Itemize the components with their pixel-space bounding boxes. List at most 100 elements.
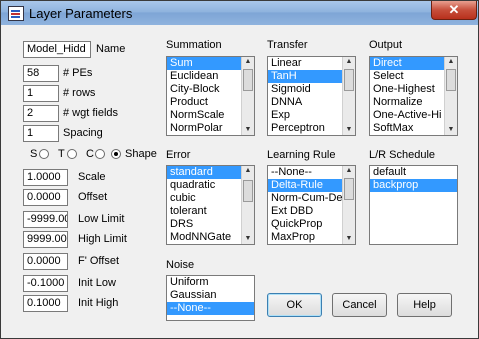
noise-label: Noise <box>166 259 195 271</box>
wgt-fields-field[interactable]: 2 <box>23 105 59 122</box>
output-option[interactable]: One-Active-Hi <box>370 109 444 122</box>
transfer-option[interactable]: TanH <box>268 70 342 83</box>
scroll-up-icon[interactable]: ▲ <box>242 57 254 67</box>
pes-field[interactable]: 58 <box>23 65 59 82</box>
lr-schedule-option[interactable]: backprop <box>370 179 457 192</box>
noise-option[interactable]: Gaussian <box>167 289 254 302</box>
error-option[interactable]: DRS <box>167 218 241 231</box>
lr-schedule-option[interactable]: default <box>370 166 457 179</box>
f-offset-field[interactable]: 0.0000 <box>23 253 68 270</box>
scroll-thumb[interactable] <box>243 69 253 91</box>
name-label: Name <box>96 43 126 55</box>
scroll-thumb[interactable] <box>344 178 354 200</box>
summation-option[interactable]: Product <box>167 96 241 109</box>
output-list[interactable]: Direct Select One-Highest Normalize One-Acti… <box>369 56 458 136</box>
learning-rule-scrollbar[interactable]: ▲ ▼ <box>342 166 355 244</box>
init-high-field[interactable]: 0.1000 <box>23 295 68 312</box>
scroll-thumb[interactable] <box>344 69 354 91</box>
transfer-option[interactable]: Exp <box>268 109 342 122</box>
error-label: Error <box>166 149 191 161</box>
transfer-option[interactable]: Linear <box>268 57 342 70</box>
error-scrollbar[interactable]: ▲ ▼ <box>241 166 254 244</box>
init-low-field[interactable]: -0.1000 <box>23 275 68 292</box>
shape-t-radio[interactable] <box>67 149 77 159</box>
transfer-option[interactable]: Perceptron <box>268 122 342 135</box>
transfer-option[interactable]: DNNA <box>268 96 342 109</box>
scroll-down-icon[interactable]: ▼ <box>343 125 355 135</box>
scroll-up-icon[interactable]: ▲ <box>445 57 457 67</box>
name-field[interactable]: Model_Hidd <box>23 41 91 58</box>
summation-option[interactable]: City-Block <box>167 83 241 96</box>
shape-s-radio[interactable] <box>39 149 49 159</box>
lr-schedule-label: L/R Schedule <box>369 149 436 161</box>
output-option[interactable]: SoftMax <box>370 122 444 135</box>
scale-label: Scale <box>78 171 106 183</box>
learning-rule-option[interactable]: Ext DBD <box>268 205 342 218</box>
noise-option[interactable]: --None-- <box>167 302 254 315</box>
lr-schedule-list[interactable]: default backprop <box>369 165 458 245</box>
high-limit-label: High Limit <box>78 233 127 245</box>
learning-rule-option[interactable]: Norm-Cum-De <box>268 192 342 205</box>
scroll-down-icon[interactable]: ▼ <box>445 125 457 135</box>
offset-field[interactable]: 0.0000 <box>23 189 68 206</box>
scroll-down-icon[interactable]: ▼ <box>242 234 254 244</box>
title-bar[interactable]: Layer Parameters ✕ <box>1 1 478 25</box>
error-option[interactable]: quadratic <box>167 179 241 192</box>
transfer-option[interactable]: Sigmoid <box>268 83 342 96</box>
learning-rule-list[interactable]: --None-- Delta-Rule Norm-Cum-De Ext DBD Quic… <box>267 165 356 245</box>
learning-rule-option[interactable]: Delta-Rule <box>268 179 342 192</box>
error-list[interactable]: standard quadratic cubic tolerant DRS ModNNGa… <box>166 165 255 245</box>
ok-button[interactable]: OK <box>267 293 322 317</box>
dialog-body: Model_Hidd Name 58 # PEs 1 # rows 2 # wg… <box>8 31 471 331</box>
low-limit-field[interactable]: -9999.00 <box>23 211 68 228</box>
error-option[interactable]: tolerant <box>167 205 241 218</box>
spacing-field[interactable]: 1 <box>23 125 59 142</box>
summation-list[interactable]: Sum Euclidean City-Block Product NormScale No… <box>166 56 255 136</box>
shape-c-label: C <box>86 148 94 160</box>
scroll-down-icon[interactable]: ▼ <box>343 234 355 244</box>
error-option[interactable]: ModNNGate <box>167 231 241 244</box>
cancel-button[interactable]: Cancel <box>332 293 387 317</box>
scroll-thumb[interactable] <box>243 180 253 202</box>
shape-c-radio[interactable] <box>95 149 105 159</box>
scroll-up-icon[interactable]: ▲ <box>343 57 355 67</box>
output-scrollbar[interactable]: ▲ ▼ <box>444 57 457 135</box>
noise-list[interactable]: Uniform Gaussian --None-- <box>166 275 255 321</box>
learning-rule-option[interactable]: --None-- <box>268 166 342 179</box>
error-option[interactable]: standard <box>167 166 241 179</box>
scroll-thumb[interactable] <box>446 69 456 91</box>
scroll-down-icon[interactable]: ▼ <box>242 125 254 135</box>
learning-rule-option[interactable]: QuickProp <box>268 218 342 231</box>
output-option[interactable]: Direct <box>370 57 444 70</box>
shape-shape-radio[interactable] <box>111 149 121 159</box>
summation-scrollbar[interactable]: ▲ ▼ <box>241 57 254 135</box>
summation-option[interactable]: Euclidean <box>167 70 241 83</box>
shape-label: Shape <box>125 148 157 160</box>
summation-option[interactable]: Sum <box>167 57 241 70</box>
summation-option[interactable]: NormScale <box>167 109 241 122</box>
layer-parameters-dialog: Layer Parameters ✕ Model_Hidd Name 58 # … <box>0 0 479 339</box>
noise-option[interactable]: Uniform <box>167 276 254 289</box>
shape-t-label: T <box>58 148 65 160</box>
error-option[interactable]: cubic <box>167 192 241 205</box>
f-offset-label: F' Offset <box>78 255 120 267</box>
scroll-up-icon[interactable]: ▲ <box>343 166 355 176</box>
scale-field[interactable]: 1.0000 <box>23 169 68 186</box>
help-button[interactable]: Help <box>397 293 452 317</box>
rows-label: # rows <box>63 87 96 99</box>
close-button[interactable]: ✕ <box>431 1 477 20</box>
pes-label: # PEs <box>63 67 93 79</box>
scroll-up-icon[interactable]: ▲ <box>242 166 254 176</box>
output-option[interactable]: Normalize <box>370 96 444 109</box>
init-low-label: Init Low <box>78 277 116 289</box>
high-limit-field[interactable]: 9999.000 <box>23 231 68 248</box>
learning-rule-option[interactable]: MaxProp <box>268 231 342 244</box>
summation-option[interactable]: NormPolar <box>167 122 241 135</box>
transfer-list[interactable]: Linear TanH Sigmoid DNNA Exp Perceptron ▲ ▼ <box>267 56 356 136</box>
offset-label: Offset <box>78 191 108 203</box>
output-option[interactable]: Select <box>370 70 444 83</box>
transfer-scrollbar[interactable]: ▲ ▼ <box>342 57 355 135</box>
rows-field[interactable]: 1 <box>23 85 59 102</box>
output-option[interactable]: One-Highest <box>370 83 444 96</box>
init-high-label: Init High <box>78 297 119 309</box>
